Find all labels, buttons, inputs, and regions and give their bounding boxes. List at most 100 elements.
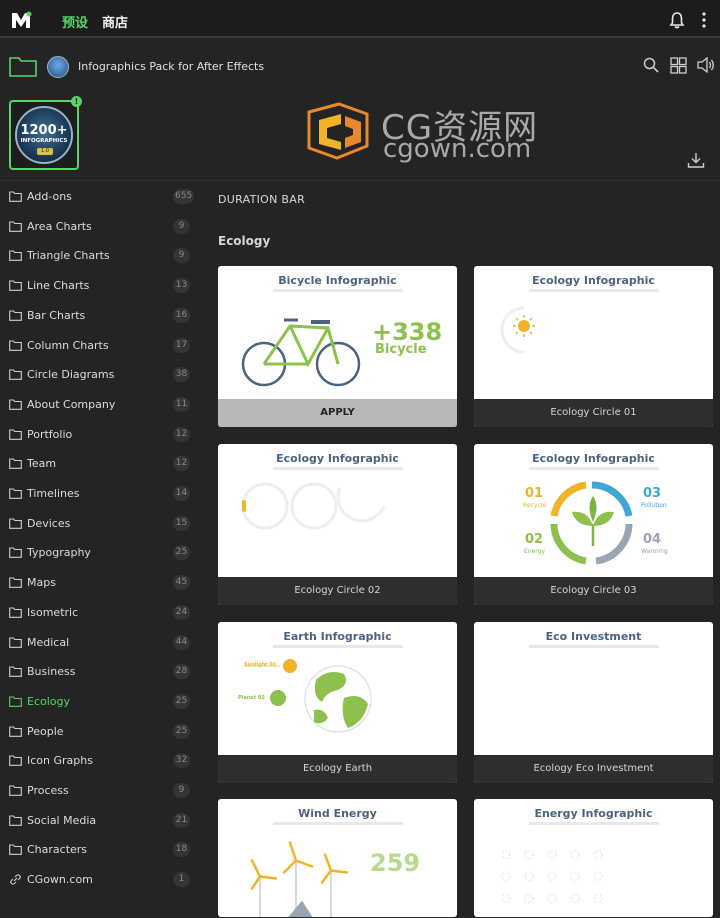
sidebar-item-count: 12 — [173, 426, 190, 442]
sidebar-item-label: Triangle Charts — [27, 249, 110, 263]
sidebar-item-count: 12 — [173, 456, 190, 472]
sidebar-item-cgown-com[interactable]: CGown.com 1 — [0, 865, 200, 894]
volume-icon[interactable] — [697, 57, 715, 73]
sidebar-item-isometric[interactable]: Isometric 24 — [0, 598, 200, 627]
card-title: Ecology Infographic — [532, 452, 655, 465]
folder-icon — [9, 458, 22, 470]
leaf-donut-illustration — [550, 481, 633, 565]
eco-item-label: Energy — [524, 548, 546, 555]
eco-item-label: Pollution — [641, 502, 667, 509]
sidebar-item-label: Add-ons — [27, 190, 72, 203]
folder-icon — [9, 339, 22, 351]
sidebar-item-line-charts[interactable]: Line Charts 13 — [0, 271, 200, 300]
sidebar-item-label: Column Charts — [27, 338, 109, 352]
grid-view-icon[interactable] — [670, 57, 687, 74]
folder-icon[interactable] — [9, 55, 37, 77]
folder-icon — [9, 488, 22, 499]
sidebar-item-maps[interactable]: Maps 45 — [0, 568, 200, 597]
sidebar-item-count: 14 — [173, 486, 190, 501]
tab-presets[interactable]: 预设 — [62, 12, 88, 31]
sidebar-item-devices[interactable]: Devices 15 — [0, 509, 200, 538]
eco-item-num: 03 — [643, 486, 662, 501]
sidebar-item-icon-graphs[interactable]: Icon Graphs 32 — [0, 746, 200, 775]
tab-store[interactable]: 商店 — [102, 12, 128, 31]
sidebar-item-label: Portfolio — [27, 427, 73, 441]
folder-icon — [9, 191, 22, 202]
preset-card-wind-energy[interactable]: Wind Energy 259 — [218, 799, 457, 917]
preset-card-ecology-circle-01[interactable]: Ecology Infographic Ecology Circle 01 — [474, 266, 713, 427]
sidebar-item-label: Ecology — [27, 694, 71, 708]
sidebar-item-count: 15 — [173, 515, 190, 531]
sidebar-item-area-charts[interactable]: Area Charts 9 — [0, 212, 200, 241]
wind-turbine-illustration — [250, 841, 349, 917]
eco-item-label: Warming — [641, 548, 668, 555]
sidebar-item-characters[interactable]: Characters 18 — [0, 835, 200, 864]
sidebar-item-portfolio[interactable]: Portfolio 12 — [0, 420, 200, 449]
sidebar-item-label: Isometric — [27, 605, 79, 619]
sidebar-item-people[interactable]: People 25 — [0, 717, 200, 746]
sidebar-item-label: Circle Diagrams — [27, 368, 115, 382]
folder-icon — [9, 310, 22, 321]
sidebar-item-process[interactable]: Process 9 — [0, 776, 200, 805]
sidebar-item-medical[interactable]: Medical 44 — [0, 628, 200, 657]
pack-title[interactable]: Infographics Pack for After Effects — [78, 60, 264, 73]
sidebar-item-count: 21 — [173, 812, 190, 828]
sidebar-item-count: 9 — [173, 248, 190, 264]
card-subtitle-line — [273, 822, 403, 825]
sidebar-item-triangle-charts[interactable]: Triangle Charts 9 — [0, 241, 200, 270]
sun-dot-icon — [593, 871, 603, 882]
sidebar-item-bar-charts[interactable]: Bar Charts 16 — [0, 301, 200, 330]
search-icon[interactable] — [643, 57, 659, 73]
sidebar-item-label: Medical — [27, 635, 70, 649]
card-title: Energy Infographic — [534, 807, 653, 820]
preset-card-eco-investment[interactable]: Eco Investment Ecology Eco Investment — [474, 622, 713, 783]
folder-icon — [9, 577, 22, 588]
download-icon[interactable] — [687, 152, 705, 168]
folder-icon — [9, 250, 22, 262]
preset-card-energy[interactable]: Energy Infographic — [474, 799, 713, 917]
eco-item-num: 02 — [525, 532, 544, 547]
sidebar-item-circle-diagrams[interactable]: Circle Diagrams 38 — [0, 360, 200, 389]
pack-avatar[interactable] — [47, 56, 69, 78]
sidebar-item-count: 24 — [173, 604, 190, 620]
card-subtitle-line — [273, 467, 403, 470]
card-big-label: Bicycle — [375, 342, 427, 357]
preset-card-bicycle[interactable]: Bicycle Infographic +338 Bicycle APPLY — [218, 266, 457, 427]
pack-thumbnail[interactable]: 1200+ INFOGRAPHICS 1.0 — [9, 100, 79, 170]
sidebar-item-ecology[interactable]: Ecology 25 — [0, 687, 200, 716]
sidebar-item-typography[interactable]: Typography 25 — [0, 538, 200, 567]
folder-icon — [9, 369, 22, 381]
sidebar-item-timelines[interactable]: Timelines 14 — [0, 479, 200, 508]
sidebar-item-business[interactable]: Business 28 — [0, 657, 200, 686]
sidebar-item-column-charts[interactable]: Column Charts 17 — [0, 331, 200, 360]
apply-button[interactable]: APPLY — [218, 399, 457, 427]
folder-icon — [9, 518, 22, 529]
sidebar-item-count: 13 — [173, 278, 190, 294]
sun-dot-icon — [593, 893, 603, 904]
sidebar-item-label: Timelines — [27, 487, 80, 500]
card-subtitle-line — [529, 645, 659, 648]
bell-icon[interactable] — [669, 11, 685, 29]
sidebar-item-add-ons[interactable]: Add-ons 655 — [0, 182, 200, 211]
card-subtitle-line — [529, 822, 659, 825]
app-logo[interactable] — [10, 10, 32, 30]
card-footer-label: Ecology Circle 03 — [474, 577, 713, 605]
preset-card-ecology-earth[interactable]: Earth Infographic Sunlight 01 Planet 02 … — [218, 622, 457, 783]
card-footer-label: Ecology Circle 02 — [218, 577, 457, 605]
pack-thumbnail-version: 1.0 — [37, 148, 53, 155]
sidebar-item-count: 38 — [173, 367, 190, 383]
sidebar-item-about-company[interactable]: About Company 11 — [0, 390, 200, 419]
pack-thumbnail-badge: 1200+ INFOGRAPHICS 1.0 — [15, 106, 73, 164]
more-vertical-icon[interactable] — [699, 11, 709, 29]
sidebar-item-label: Icon Graphs — [27, 754, 93, 768]
sidebar-item-social-media[interactable]: Social Media 21 — [0, 806, 200, 835]
sidebar-item-label: Process — [27, 784, 69, 797]
sidebar-item-label: Team — [27, 457, 57, 471]
preset-card-ecology-circle-03[interactable]: Ecology Infographic 01 Recycle 03 Pollut… — [474, 444, 713, 605]
sidebar-item-count: 25 — [173, 545, 190, 561]
earth-tag-sunlight: Sunlight 01 — [244, 662, 277, 668]
preset-card-ecology-circle-02[interactable]: Ecology Infographic Ecology Circle 02 — [218, 444, 457, 605]
sidebar-item-team[interactable]: Team 12 — [0, 449, 200, 478]
sidebar-item-label: Bar Charts — [27, 308, 86, 322]
card-title: Ecology Infographic — [532, 274, 655, 287]
